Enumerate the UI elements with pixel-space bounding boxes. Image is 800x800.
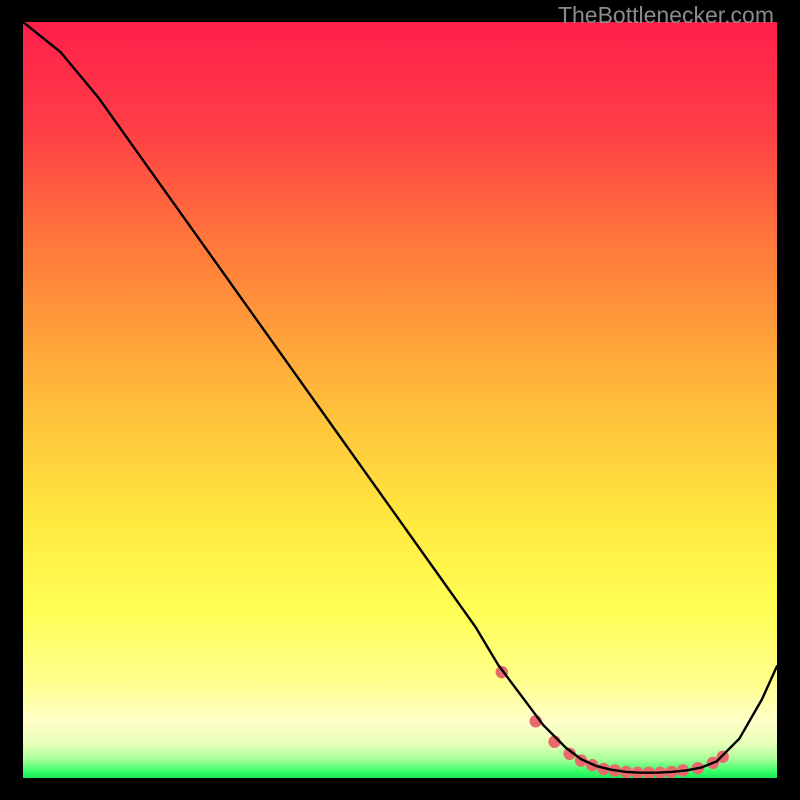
gradient-background (23, 22, 777, 778)
chart-frame (23, 22, 777, 778)
bottleneck-chart (23, 22, 777, 778)
watermark-label: TheBottlenecker.com (558, 2, 774, 29)
